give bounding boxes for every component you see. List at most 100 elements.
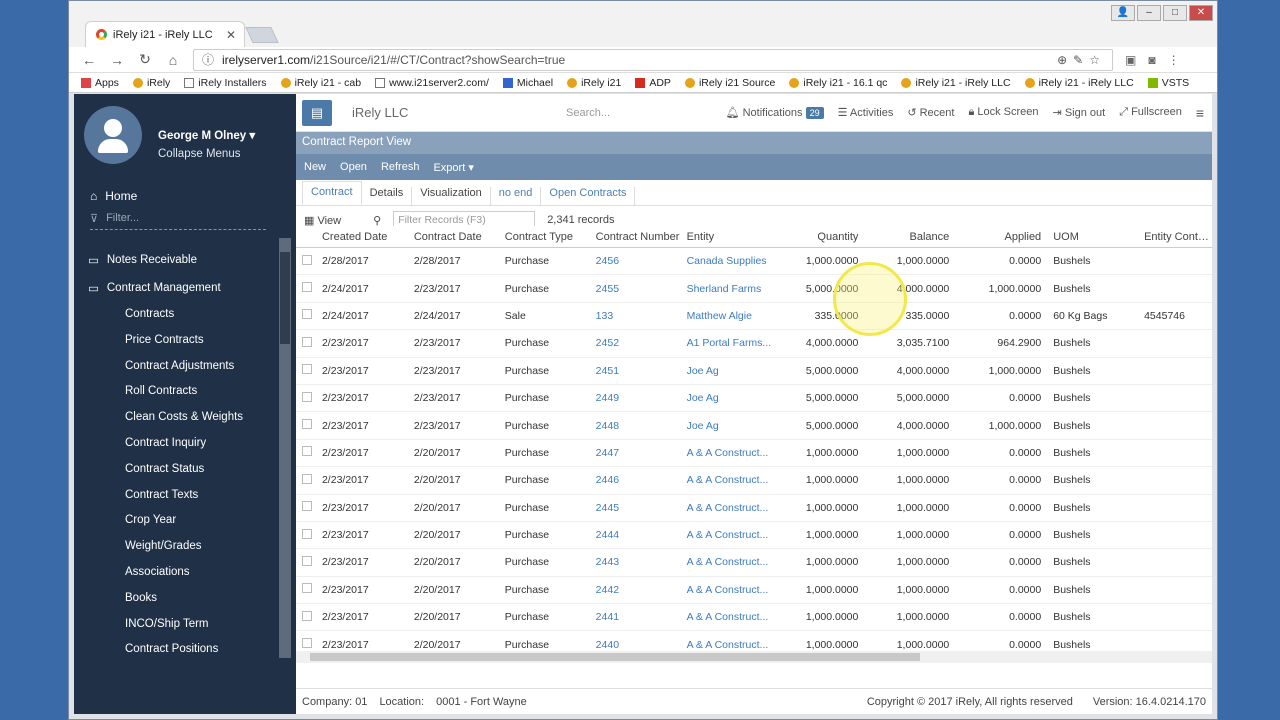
cell-link[interactable]: 2443 xyxy=(592,556,683,568)
table-row[interactable]: 2/24/2017 2/24/2017 Sale 133 Matthew Algie 33… xyxy=(296,303,1212,331)
cell-link[interactable]: Joe Ag xyxy=(683,392,775,404)
tab-contract[interactable]: Contract xyxy=(302,181,362,205)
cell-link[interactable]: 2442 xyxy=(592,584,683,596)
back-icon[interactable]: ← xyxy=(81,52,97,68)
close-window-button[interactable]: ✕ xyxy=(1189,5,1213,21)
column-header[interactable]: Entity xyxy=(683,231,775,243)
bookmark-item[interactable]: www.i21server2.com/ xyxy=(375,77,489,89)
table-row[interactable]: 2/23/2017 2/20/2017 Purchase 2444 A & A Cons… xyxy=(296,522,1212,550)
row-checkbox[interactable] xyxy=(296,638,318,651)
tab-visualization[interactable]: Visualization xyxy=(412,187,491,205)
cell-link[interactable]: 2440 xyxy=(592,639,683,651)
column-header[interactable]: Quantity xyxy=(774,231,866,243)
sidebar-item[interactable]: Crop Year xyxy=(88,508,278,534)
column-header[interactable]: Contract Type xyxy=(501,231,592,243)
cell-link[interactable]: A & A Construct... xyxy=(683,529,775,541)
recent-button[interactable]: ↺ Recent xyxy=(907,106,954,119)
cell-link[interactable]: 2449 xyxy=(592,392,683,404)
row-checkbox[interactable] xyxy=(296,528,318,542)
menu-toggle-button[interactable]: ▤ xyxy=(302,99,332,126)
sidebar-item[interactable]: Weight/Grades xyxy=(88,534,278,560)
minimize-button[interactable]: – xyxy=(1137,5,1161,21)
table-row[interactable]: 2/23/2017 2/23/2017 Purchase 2451 Joe Ag 5,00… xyxy=(296,358,1212,385)
extension-icon-2[interactable]: ◙ xyxy=(1148,53,1155,67)
sidebar-item[interactable]: Price Contracts xyxy=(88,328,278,354)
table-row[interactable]: 2/23/2017 2/20/2017 Purchase 2445 A & A Cons… xyxy=(296,495,1212,522)
row-checkbox[interactable] xyxy=(296,419,318,432)
cell-link[interactable]: Canada Supplies xyxy=(683,255,775,267)
avatar[interactable] xyxy=(84,106,142,164)
row-checkbox[interactable] xyxy=(296,555,318,569)
tab-details[interactable]: Details xyxy=(362,187,413,205)
table-row[interactable]: 2/23/2017 2/20/2017 Purchase 2441 A & A Cons… xyxy=(296,604,1212,632)
row-checkbox[interactable] xyxy=(296,501,318,514)
cell-link[interactable]: 2452 xyxy=(592,337,683,349)
notifications-button[interactable]: 🔔︎ Notifications 29 xyxy=(726,106,824,119)
table-row[interactable]: 2/23/2017 2/23/2017 Purchase 2449 Joe Ag 5,00… xyxy=(296,385,1212,413)
home-icon[interactable]: ⌂ xyxy=(165,52,181,68)
row-checkbox[interactable] xyxy=(296,446,318,459)
bookmark-item[interactable]: VSTS xyxy=(1147,77,1189,89)
zoom-icon[interactable]: ⊕ xyxy=(1057,53,1073,67)
cell-link[interactable]: A & A Construct... xyxy=(683,502,775,514)
table-row[interactable]: 2/23/2017 2/20/2017 Purchase 2442 A & A Cons… xyxy=(296,577,1212,605)
reload-icon[interactable]: ↻ xyxy=(137,51,153,68)
sidebar-item[interactable]: Contract Inquiry xyxy=(88,431,278,457)
column-header[interactable]: Entity Contract xyxy=(1140,231,1212,243)
row-checkbox[interactable] xyxy=(296,336,318,350)
table-row[interactable]: 2/23/2017 2/20/2017 Purchase 2443 A & A Cons… xyxy=(296,549,1212,577)
cell-link[interactable]: Sherland Farms xyxy=(683,283,775,295)
row-checkbox[interactable] xyxy=(296,254,318,268)
cell-link[interactable]: A & A Construct... xyxy=(683,474,775,486)
sidebar-item[interactable]: Associations xyxy=(88,560,278,586)
cell-link[interactable]: 2444 xyxy=(592,529,683,541)
export-button[interactable]: Export ▾ xyxy=(433,161,473,174)
close-tab-icon[interactable]: ✕ xyxy=(226,28,236,42)
row-checkbox[interactable] xyxy=(296,364,318,377)
sidebar-group-notes-receivable[interactable]: ▭ Notes Receivable xyxy=(88,246,278,274)
forward-icon[interactable]: → xyxy=(109,52,125,68)
hamburger-menu-icon[interactable]: ≡ xyxy=(1196,105,1204,121)
bookmark-star-icon[interactable]: ☆ xyxy=(1089,53,1106,67)
table-row[interactable]: 2/23/2017 2/20/2017 Purchase 2446 A & A Cons… xyxy=(296,467,1212,495)
sidebar-item[interactable]: Contract Status xyxy=(88,457,278,483)
cell-link[interactable]: 2456 xyxy=(592,255,683,267)
cell-link[interactable]: 133 xyxy=(592,310,683,322)
cell-link[interactable]: 2451 xyxy=(592,365,683,377)
bookmark-item[interactable]: iRely i21 xyxy=(567,77,621,89)
bookmark-item[interactable]: iRely i21 Source xyxy=(684,77,775,89)
column-header[interactable]: Contract Date xyxy=(410,231,501,243)
cell-link[interactable]: Joe Ag xyxy=(683,420,775,432)
bookmark-item[interactable]: iRely Installers xyxy=(184,77,267,89)
cell-link[interactable]: 2445 xyxy=(592,502,683,514)
sidebar-item[interactable]: Contract Positions xyxy=(88,637,278,663)
sidebar-item[interactable]: Roll Contracts xyxy=(88,379,278,405)
sidebar-item[interactable]: Clean Costs & Weights xyxy=(88,405,278,431)
pin-icon[interactable]: ✎ xyxy=(1073,53,1089,67)
cell-link[interactable]: A1 Portal Farms... xyxy=(683,337,775,349)
table-row[interactable]: 2/23/2017 2/23/2017 Purchase 2448 Joe Ag 5,00… xyxy=(296,412,1212,440)
bookmark-item[interactable]: ADP xyxy=(635,77,671,89)
column-header[interactable]: Created Date xyxy=(318,231,410,243)
horizontal-scrollbar[interactable] xyxy=(296,651,1212,663)
cell-link[interactable]: A & A Construct... xyxy=(683,639,775,651)
refresh-button[interactable]: Refresh xyxy=(381,161,420,173)
column-header[interactable]: Contract Number xyxy=(592,231,683,243)
view-button[interactable]: ▦ View xyxy=(304,214,341,227)
cell-link[interactable]: 2446 xyxy=(592,474,683,486)
sidebar-filter-input[interactable]: ⊽ Filter... xyxy=(90,212,266,230)
scrollbar-thumb[interactable] xyxy=(280,252,290,344)
global-search-input[interactable]: Search... xyxy=(562,102,702,124)
browser-tab[interactable]: iRely i21 - iRely LLC ✕ xyxy=(85,21,245,47)
table-row[interactable]: 2/23/2017 2/23/2017 Purchase 2452 A1 Portal … xyxy=(296,330,1212,358)
table-row[interactable]: 2/23/2017 2/20/2017 Purchase 2447 A & A Cons… xyxy=(296,440,1212,468)
fullscreen-button[interactable]: ⤢ Fullscreen xyxy=(1119,106,1182,119)
column-header[interactable]: Balance xyxy=(866,231,957,243)
row-checkbox[interactable] xyxy=(296,473,318,487)
bookmark-item[interactable]: iRely xyxy=(132,77,170,89)
row-checkbox[interactable] xyxy=(296,282,318,295)
bookmark-item[interactable]: iRely i21 - iRely LLC xyxy=(1024,77,1134,89)
row-checkbox[interactable] xyxy=(296,309,318,322)
tab-no-end[interactable]: no end xyxy=(491,187,542,205)
cell-link[interactable]: 2441 xyxy=(592,611,683,623)
